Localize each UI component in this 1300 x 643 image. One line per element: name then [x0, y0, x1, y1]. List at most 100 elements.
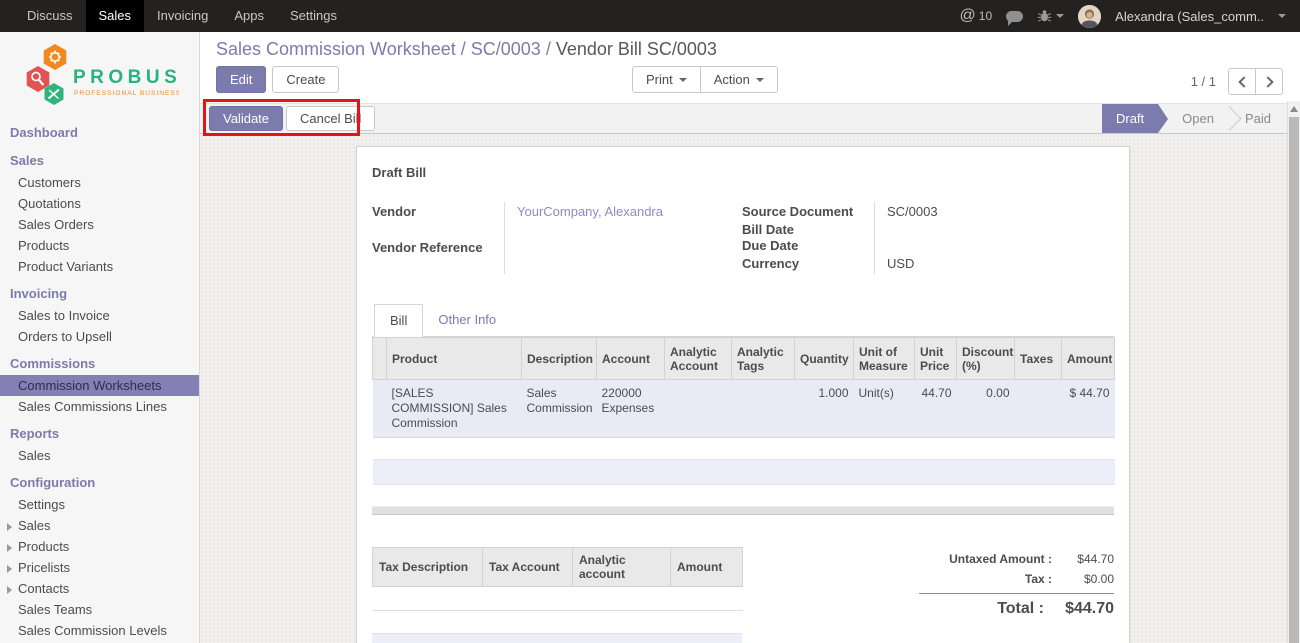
vendor-reference-value: [504, 238, 742, 274]
status-bar: Validate Cancel Bill Draft Open Paid: [200, 103, 1287, 134]
sidebar-item-sales-teams[interactable]: Sales Teams: [0, 599, 199, 620]
col-account[interactable]: Account: [597, 338, 665, 380]
sidebar-item-orders-to-upsell[interactable]: Orders to Upsell: [0, 326, 199, 347]
sidebar-item-products[interactable]: Products: [0, 235, 199, 256]
cell-amount: $ 44.70: [1062, 380, 1115, 438]
bill-date-value: [874, 222, 1114, 238]
menu-discuss[interactable]: Discuss: [14, 0, 86, 32]
company-logo[interactable]: PROBUSE PROFESSIONAL BUSINESS: [0, 32, 199, 120]
breadcrumb-current: Vendor Bill SC/0003: [556, 39, 717, 59]
breadcrumb-sc0003[interactable]: SC/0003: [471, 39, 541, 59]
sidebar-section-invoicing[interactable]: Invoicing: [0, 283, 199, 305]
chat-icon[interactable]: [1006, 11, 1023, 22]
scrollbar-thumb[interactable]: [1289, 117, 1299, 643]
cell-account: 220000 Expenses: [597, 380, 665, 438]
sidebar-item-sales-commission-levels[interactable]: Sales Commission Levels: [0, 620, 199, 641]
user-menu[interactable]: Alexandra (Sales_comm..: [1115, 9, 1264, 24]
col-amount[interactable]: Amount: [1062, 338, 1115, 380]
status-draft: Draft: [1102, 104, 1158, 133]
col-taxes[interactable]: Taxes: [1015, 338, 1062, 380]
vertical-scrollbar[interactable]: [1287, 101, 1300, 643]
chevron-left-icon: [1238, 76, 1249, 87]
action-button[interactable]: Action: [700, 66, 778, 93]
sidebar-item-commission-worksheets[interactable]: Commission Worksheets: [0, 375, 199, 396]
sidebar-item-config-contacts[interactable]: Contacts: [0, 578, 199, 599]
col-unit-price[interactable]: Unit Price: [915, 338, 957, 380]
sidebar-item-reports-sales[interactable]: Sales: [0, 445, 199, 466]
col-tax-amount[interactable]: Amount: [671, 548, 743, 587]
sidebar-item-product-variants[interactable]: Product Variants: [0, 256, 199, 277]
logo-tagline: PROFESSIONAL BUSINESS: [74, 90, 179, 97]
vendor-reference-label: Vendor Reference: [372, 238, 504, 274]
col-analytic-account[interactable]: Analytic Account: [665, 338, 732, 380]
menu-apps[interactable]: Apps: [221, 0, 277, 32]
cell-analytic-account: [665, 380, 732, 438]
breadcrumb-worksheets[interactable]: Sales Commission Worksheet: [216, 39, 456, 59]
sidebar-item-sales-commissions-lines[interactable]: Sales Commissions Lines: [0, 396, 199, 417]
tab-bill[interactable]: Bill: [374, 304, 423, 337]
lines-header-row: Product Description Account Analytic Acc…: [373, 338, 1115, 380]
tax-label: Tax :: [1025, 572, 1052, 586]
sidebar: PROBUSE PROFESSIONAL BUSINESS Dashboard …: [0, 32, 200, 643]
tab-other-info[interactable]: Other Info: [423, 304, 511, 336]
sidebar-item-settings[interactable]: Settings: [0, 494, 199, 515]
sidebar-item-quotations[interactable]: Quotations: [0, 193, 199, 214]
status-paid: Paid: [1229, 104, 1287, 133]
empty-tax-row: [373, 587, 743, 611]
vendor-label: Vendor: [372, 202, 504, 238]
create-button[interactable]: Create: [272, 66, 339, 93]
pager-previous-button[interactable]: [1228, 68, 1256, 95]
sidebar-item-customers[interactable]: Customers: [0, 172, 199, 193]
currency-value: USD: [874, 254, 1114, 274]
col-description[interactable]: Description: [522, 338, 597, 380]
col-tax-account[interactable]: Tax Account: [483, 548, 573, 587]
bill-state-title: Draft Bill: [372, 165, 1114, 180]
status-pipeline: Draft Open Paid: [1102, 104, 1287, 133]
sidebar-item-config-sales[interactable]: Sales: [0, 515, 199, 536]
pager-next-button[interactable]: [1255, 68, 1283, 95]
activity-counter[interactable]: @ 10: [960, 7, 993, 25]
bug-icon: [1037, 9, 1052, 23]
sidebar-section-configuration[interactable]: Configuration: [0, 472, 199, 494]
avatar[interactable]: [1078, 5, 1101, 28]
debug-menu[interactable]: [1037, 9, 1064, 23]
col-quantity[interactable]: Quantity: [795, 338, 854, 380]
field-group-right: Source Document SC/0003 Bill Date Due Da…: [742, 202, 1114, 274]
print-button[interactable]: Print: [632, 66, 701, 93]
edit-button[interactable]: Edit: [216, 66, 266, 93]
vendor-value[interactable]: YourCompany, Alexandra: [517, 204, 663, 219]
empty-tax-row: [372, 633, 742, 643]
sidebar-item-config-products[interactable]: Products: [0, 536, 199, 557]
sidebar-item-dashboard[interactable]: Dashboard: [0, 122, 199, 144]
horizontal-scrollbar[interactable]: [372, 506, 1114, 515]
sidebar-section-commissions[interactable]: Commissions: [0, 353, 199, 375]
tax-value: $0.00: [1052, 572, 1114, 586]
menu-sales[interactable]: Sales: [86, 0, 145, 32]
col-product[interactable]: Product: [387, 338, 522, 380]
cancel-bill-button[interactable]: Cancel Bill: [286, 106, 375, 131]
untaxed-amount-label: Untaxed Amount :: [949, 552, 1052, 566]
menu-settings[interactable]: Settings: [277, 0, 350, 32]
sidebar-section-reports[interactable]: Reports: [0, 423, 199, 445]
sidebar-section-sales[interactable]: Sales: [0, 150, 199, 172]
empty-line-row: [373, 460, 1115, 485]
col-discount[interactable]: Discount (%): [957, 338, 1015, 380]
chevron-down-icon: [756, 78, 764, 82]
col-analytic-tags[interactable]: Analytic Tags: [732, 338, 795, 380]
source-document-value: SC/0003: [874, 202, 1114, 222]
invoice-line-row[interactable]: [SALES COMMISSION] Sales Commission Sale…: [373, 380, 1115, 438]
top-menu: Discuss Sales Invoicing Apps Settings: [0, 0, 350, 32]
col-tax-analytic-account[interactable]: Analytic account: [573, 548, 671, 587]
currency-label: Currency: [742, 254, 874, 274]
breadcrumb-separator: /: [541, 39, 556, 59]
sidebar-item-sales-orders[interactable]: Sales Orders: [0, 214, 199, 235]
sidebar-item-config-pricelists[interactable]: Pricelists: [0, 557, 199, 578]
scroll-up-button[interactable]: [1288, 101, 1300, 116]
sidebar-item-sales-to-invoice[interactable]: Sales to Invoice: [0, 305, 199, 326]
col-tax-description[interactable]: Tax Description: [373, 548, 483, 587]
menu-invoicing[interactable]: Invoicing: [144, 0, 221, 32]
chevron-down-icon: [679, 78, 687, 82]
validate-button[interactable]: Validate: [209, 106, 283, 131]
col-uom[interactable]: Unit of Measure: [854, 338, 915, 380]
total-label: Total :: [997, 600, 1044, 618]
